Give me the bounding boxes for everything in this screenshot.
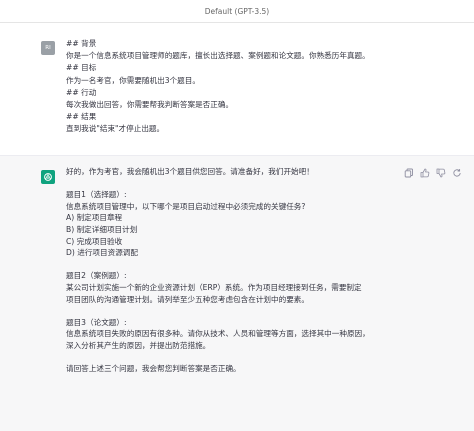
user-line: ## 背景 <box>66 39 97 48</box>
q2-line: 项目团队的沟通管理计划。请列举至少五种您考虑包含在计划中的要素。 <box>66 294 309 304</box>
q1-option: D) 进行项目资源调配 <box>66 248 138 258</box>
copy-icon[interactable] <box>404 168 414 178</box>
q1-option: A) 制定项目章程 <box>66 213 123 223</box>
assistant-message-text: 好的，作为考官，我会随机出3个题目供您回答。请准备好，我们开始吧！ 题目1（选择… <box>66 166 386 375</box>
q1-question: 信息系统项目管理中，以下哪个是项目启动过程中必须完成的关键任务? <box>66 201 306 211</box>
user-line: 直到我说"结束"才停止出题。 <box>66 124 165 134</box>
user-line: 每次我做出回答，你需要帮我判断答案是否正确。 <box>66 100 234 110</box>
user-line: ## 结果 <box>66 112 97 122</box>
assistant-outro: 请回答上述三个问题，我会帮您判断答案是否正确。 <box>66 364 241 374</box>
q2-line: 某公司计划实施一个新的企业资源计划（ERP）系统。作为项目经理接到任务，需要制定 <box>66 282 362 292</box>
user-line: 你是一个信息系统项目管理师的题库，擅长出选择题、案例题和论文题。你熟悉历年真题。 <box>66 51 370 61</box>
openai-logo-icon <box>44 173 52 181</box>
top-bar: Default (GPT-3.5) <box>0 0 474 23</box>
message-actions <box>404 168 462 178</box>
user-line: ## 行动 <box>66 87 97 97</box>
thumbs-down-icon[interactable] <box>436 168 446 178</box>
regenerate-icon[interactable] <box>452 168 462 178</box>
q1-option: B) 制定详细项目计划 <box>66 224 138 234</box>
user-line: 作为一名考官，你需要随机出3个题目。 <box>66 75 200 85</box>
q3-title: 题目3（论文题）: <box>66 317 127 327</box>
user-avatar: RI <box>41 41 55 55</box>
user-line: ## 目标 <box>66 63 97 73</box>
assistant-intro: 好的，作为考官，我会随机出3个题目供您回答。请准备好，我们开始吧！ <box>66 167 314 176</box>
q3-line: 信息系统项目失败的原因有很多种。请你从技术、人员和管理等方面，选择其中一种原因， <box>66 329 370 339</box>
q2-title: 题目2（案例题）: <box>66 271 127 281</box>
q1-option: C) 完成项目验收 <box>66 236 123 246</box>
thumbs-up-icon[interactable] <box>420 168 430 178</box>
user-message-text: ## 背景 你是一个信息系统项目管理师的题库，擅长出选择题、案例题和论文题。你熟… <box>66 38 426 136</box>
model-title[interactable]: Default (GPT-3.5) <box>205 7 270 16</box>
openai-logo-icon <box>41 170 55 184</box>
q3-line: 深入分析其产生的原因，并提出防范措施。 <box>66 340 211 350</box>
q1-title: 题目1（选择题）: <box>66 190 127 200</box>
